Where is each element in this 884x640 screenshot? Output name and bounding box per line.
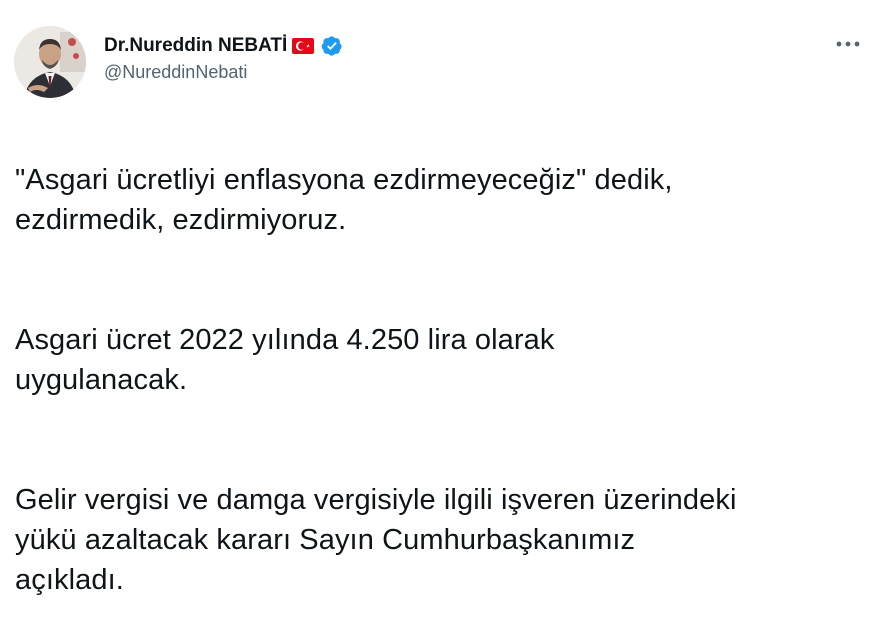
avatar[interactable] — [14, 26, 86, 98]
verified-badge-icon[interactable] — [321, 35, 343, 57]
tweet-card: Dr.Nureddin NEBATİ @NureddinNebati "Asga… — [0, 0, 884, 596]
avatar-image — [14, 26, 86, 98]
user-name-row: Dr.Nureddin NEBATİ — [104, 34, 343, 58]
tweet-paragraph: Gelir vergisi ve damga vergisiyle ilgili… — [15, 484, 737, 596]
more-options-button[interactable] — [830, 30, 866, 58]
user-handle[interactable]: @NureddinNebati — [104, 62, 247, 83]
tweet-paragraph: Asgari ücret 2022 yılında 4.250 lira ola… — [15, 324, 555, 396]
more-horizontal-icon — [836, 41, 860, 47]
tweet-paragraph: "Asgari ücretliyi enflasyona ezdirmeyece… — [15, 164, 673, 236]
display-name[interactable]: Dr.Nureddin NEBATİ — [104, 35, 287, 57]
tweet-text: "Asgari ücretliyi enflasyona ezdirmeyece… — [15, 120, 875, 640]
turkey-flag-icon — [292, 38, 315, 54]
